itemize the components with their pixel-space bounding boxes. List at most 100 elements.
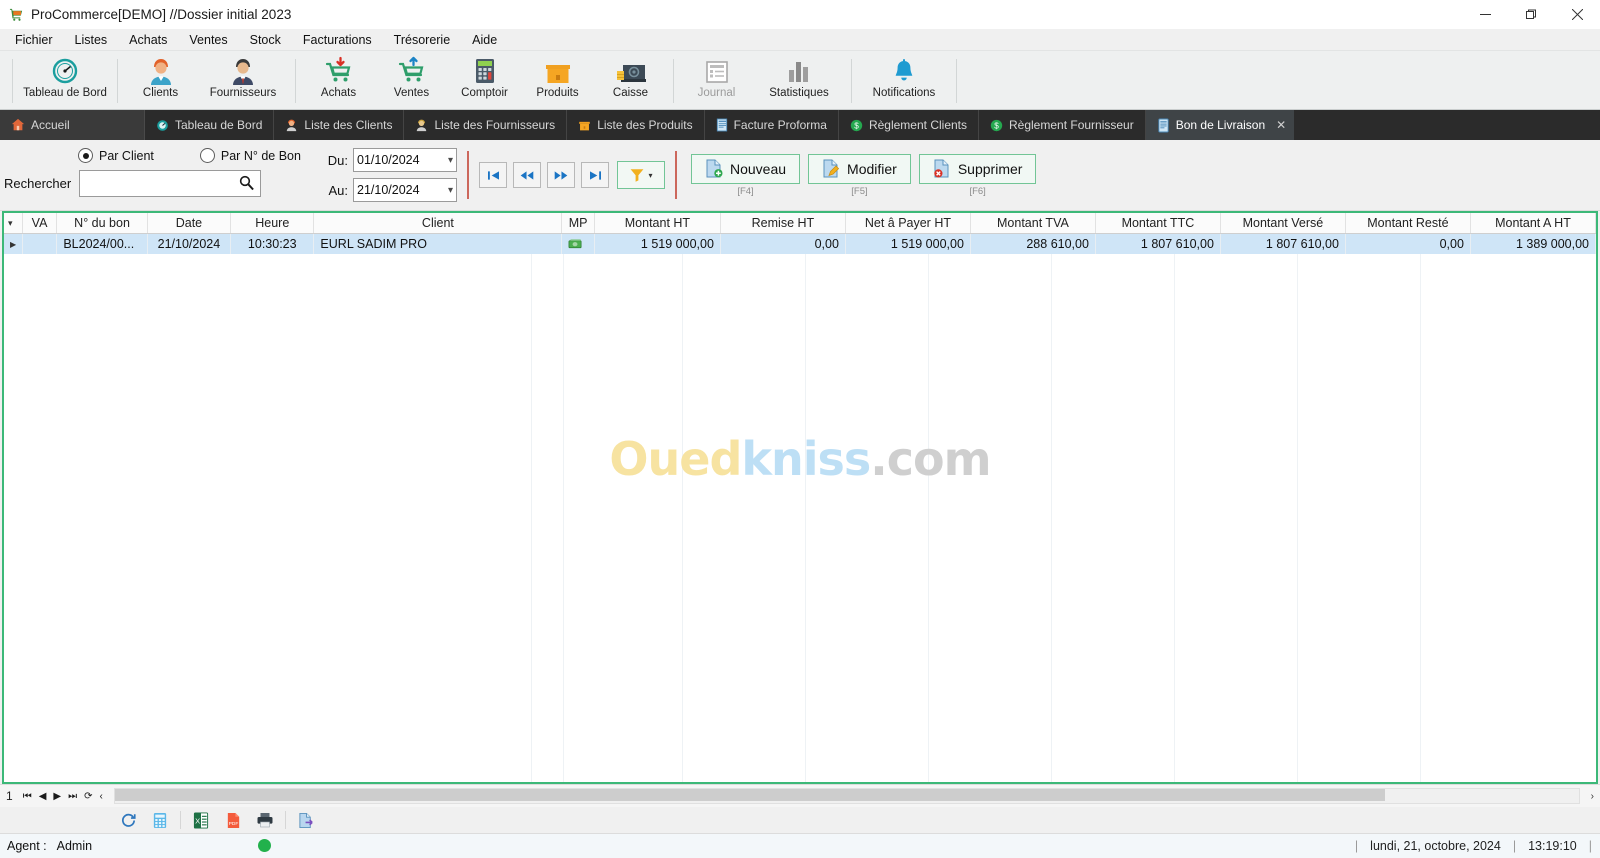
calculator-icon[interactable] (144, 808, 176, 832)
chevron-down-icon[interactable]: ▾ (648, 171, 652, 180)
export-out-icon[interactable] (290, 808, 322, 832)
radio-par-client[interactable]: Par Client (78, 148, 154, 163)
horizontal-scrollbar[interactable] (113, 788, 1580, 804)
row-marker: ▶ (4, 233, 23, 254)
ribbon-button-journal[interactable]: Journal (680, 53, 753, 109)
tab-label: Liste des Fournisseurs (434, 118, 556, 132)
column-header-net-a-payer-ht[interactable]: Net â Payer HT (845, 213, 971, 234)
supprimer-button[interactable]: Supprimer (918, 153, 1037, 184)
column-header-client[interactable]: Client (313, 213, 563, 234)
ribbon-button-ventes[interactable]: Ventes (375, 53, 448, 109)
date-to-input[interactable]: 21/10/2024 ▾ (353, 178, 457, 202)
menu-tresorerie[interactable]: Trésorerie (383, 30, 462, 50)
ribbon-button-clients[interactable]: Clients (124, 53, 197, 109)
close-icon[interactable]: ✕ (1276, 118, 1286, 132)
column-header-montant-verse[interactable]: Montant Versé (1220, 213, 1346, 234)
nouveau-button[interactable]: Nouveau (691, 153, 801, 184)
column-header-date[interactable]: Date (147, 213, 232, 234)
menu-fichier[interactable]: Fichier (4, 30, 64, 50)
menu-stock[interactable]: Stock (239, 30, 292, 50)
print-icon[interactable] (249, 808, 281, 832)
agent-label: Agent : (7, 839, 47, 853)
column-header-remise-ht[interactable]: Remise HT (720, 213, 846, 234)
column-header-va[interactable]: VA (22, 213, 58, 234)
prev-record-icon[interactable] (513, 162, 541, 188)
cell-date: 21/10/2024 (147, 233, 232, 254)
tab-facture-proforma[interactable]: Facture Proforma (705, 110, 839, 140)
tab-liste-des-produits[interactable]: Liste des Produits (567, 110, 705, 140)
tab-liste-des-clients[interactable]: Liste des Clients (274, 110, 405, 140)
ribbon-divider (12, 59, 13, 103)
ribbon-button-tableau-de-bord[interactable]: Tableau de Bord (19, 53, 111, 109)
maximize-button[interactable] (1508, 0, 1554, 28)
pager-first-icon[interactable]: ⏮ (23, 791, 32, 802)
ribbon-button-notifications[interactable]: Notifications (858, 53, 950, 109)
supplier-person-icon (415, 118, 428, 132)
column-header-montant-tva[interactable]: Montant TVA (970, 213, 1096, 234)
last-record-icon[interactable] (581, 162, 609, 188)
tab-reglement-clients[interactable]: $ Règlement Clients (839, 110, 979, 140)
pdf-export-icon[interactable]: PDF (217, 808, 249, 832)
client-person-icon (285, 118, 298, 132)
column-header-num-bon[interactable]: N° du bon (56, 213, 148, 234)
menu-aide[interactable]: Aide (461, 30, 508, 50)
pager-last-icon[interactable]: ⏭ (68, 791, 77, 802)
bar-chart-icon (786, 56, 812, 86)
search-box[interactable] (79, 170, 262, 197)
column-header-montant-reste[interactable]: Montant Resté (1345, 213, 1471, 234)
pager-refresh-icon[interactable]: ⟳ (84, 791, 92, 802)
tab-bon-de-livraison[interactable]: Bon de Livraison ✕ (1145, 110, 1295, 140)
column-header-montant-ht[interactable]: Montant HT (594, 213, 721, 234)
tab-liste-des-fournisseurs[interactable]: Liste des Fournisseurs (404, 110, 568, 140)
cell-montant-verse: 1 807 610,00 (1220, 233, 1346, 254)
search-input[interactable] (80, 171, 237, 196)
date-from-input[interactable]: 01/10/2024 ▾ (353, 148, 457, 172)
ribbon-divider (295, 59, 296, 103)
scroll-right-icon[interactable]: › (1591, 791, 1600, 802)
ribbon-button-statistiques[interactable]: Statistiques (753, 53, 845, 109)
menu-achats[interactable]: Achats (118, 30, 178, 50)
column-header-mp[interactable]: MP (561, 213, 595, 234)
magnifier-icon[interactable] (238, 174, 255, 191)
ribbon-label: Ventes (393, 87, 430, 99)
menu-listes[interactable]: Listes (64, 30, 119, 50)
pager-prev-icon[interactable]: ◀ (39, 791, 47, 802)
minimize-button[interactable] (1462, 0, 1508, 28)
pager-next-icon[interactable]: ▶ (53, 791, 61, 802)
chevron-down-icon[interactable]: ▾ (448, 155, 453, 166)
ribbon-button-fournisseurs[interactable]: Fournisseurs (197, 53, 289, 109)
ribbon-button-caisse[interactable]: Caisse (594, 53, 667, 109)
column-header-montant-a-ht[interactable]: Montant A HT (1470, 213, 1596, 234)
money-green-icon (568, 238, 588, 250)
data-grid: ▾ VA N° du bon Date Heure Client MP Mont… (2, 211, 1598, 784)
modifier-button[interactable]: Modifier (808, 153, 911, 184)
menu-facturations[interactable]: Facturations (292, 30, 383, 50)
first-record-icon[interactable] (479, 162, 507, 188)
tab-tableau-de-bord[interactable]: Tableau de Bord (145, 110, 275, 140)
svg-text:X: X (195, 816, 200, 825)
ribbon-button-achats[interactable]: Achats (302, 53, 375, 109)
table-row[interactable]: ▶ BL2024/00... 21/10/2024 10:30:23 EURL … (4, 233, 1596, 254)
chevron-down-icon[interactable]: ▾ (448, 185, 453, 196)
scrollbar-thumb[interactable] (114, 789, 1385, 801)
grid-empty-area[interactable]: Ouedkniss.com (4, 254, 1596, 782)
cell-client: EURL SADIM PRO (313, 233, 563, 254)
search-panel: Par Client Par N° de Bon Rechercher (0, 140, 320, 210)
excel-export-icon[interactable]: X (185, 808, 217, 832)
box-icon (578, 119, 591, 132)
tab-accueil[interactable]: Accueil (0, 110, 145, 140)
filter-button[interactable]: ▾ (617, 161, 665, 189)
radio-par-numero-bon[interactable]: Par N° de Bon (199, 148, 301, 163)
scroll-left-icon[interactable]: ‹ (99, 791, 102, 802)
next-record-icon[interactable] (547, 162, 575, 188)
ribbon-button-comptoir[interactable]: Comptoir (448, 53, 521, 109)
menu-ventes[interactable]: Ventes (178, 30, 238, 50)
column-header-heure[interactable]: Heure (230, 213, 315, 234)
grid-menu-icon[interactable]: ▾ (4, 213, 23, 234)
column-header-montant-ttc[interactable]: Montant TTC (1095, 213, 1221, 234)
tab-reglement-fournisseur[interactable]: $ Règlement Fournisseur (979, 110, 1146, 140)
status-separator: | (1588, 839, 1592, 853)
close-button[interactable] (1554, 0, 1600, 28)
refresh-icon[interactable] (112, 808, 144, 832)
ribbon-button-produits[interactable]: Produits (521, 53, 594, 109)
